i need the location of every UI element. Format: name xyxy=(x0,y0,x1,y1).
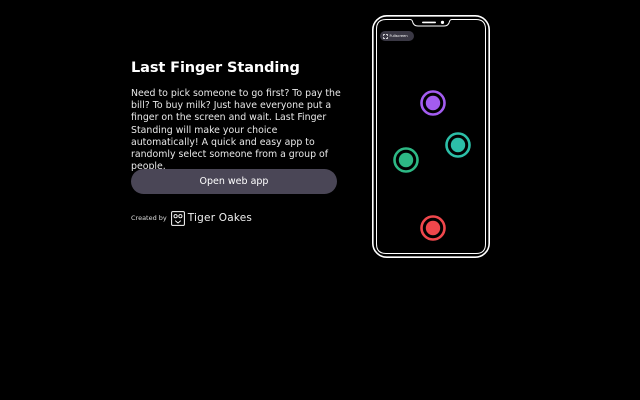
credit-label: Created by xyxy=(131,214,167,222)
fullscreen-label: Fullscreen xyxy=(389,34,408,38)
touch-point-teal xyxy=(445,132,471,158)
tiger-oakes-logo-icon xyxy=(170,210,185,226)
fullscreen-button[interactable]: Fullscreen xyxy=(380,31,414,41)
touch-point-purple xyxy=(420,90,446,116)
credit: Created by Tiger Oakes xyxy=(131,210,252,226)
intro-section: Last Finger Standing Need to pick someon… xyxy=(131,58,341,173)
tiger-oakes-link[interactable]: Tiger Oakes xyxy=(170,210,253,226)
fullscreen-icon xyxy=(383,33,388,39)
credit-name: Tiger Oakes xyxy=(187,212,253,224)
touch-point-green xyxy=(393,147,419,173)
open-web-app-button[interactable]: Open web app xyxy=(131,169,337,194)
phone-preview: Fullscreen xyxy=(372,15,490,258)
app-description: Need to pick someone to go first? To pay… xyxy=(131,88,341,173)
touch-point-red xyxy=(420,215,446,241)
page-title: Last Finger Standing xyxy=(131,60,300,76)
